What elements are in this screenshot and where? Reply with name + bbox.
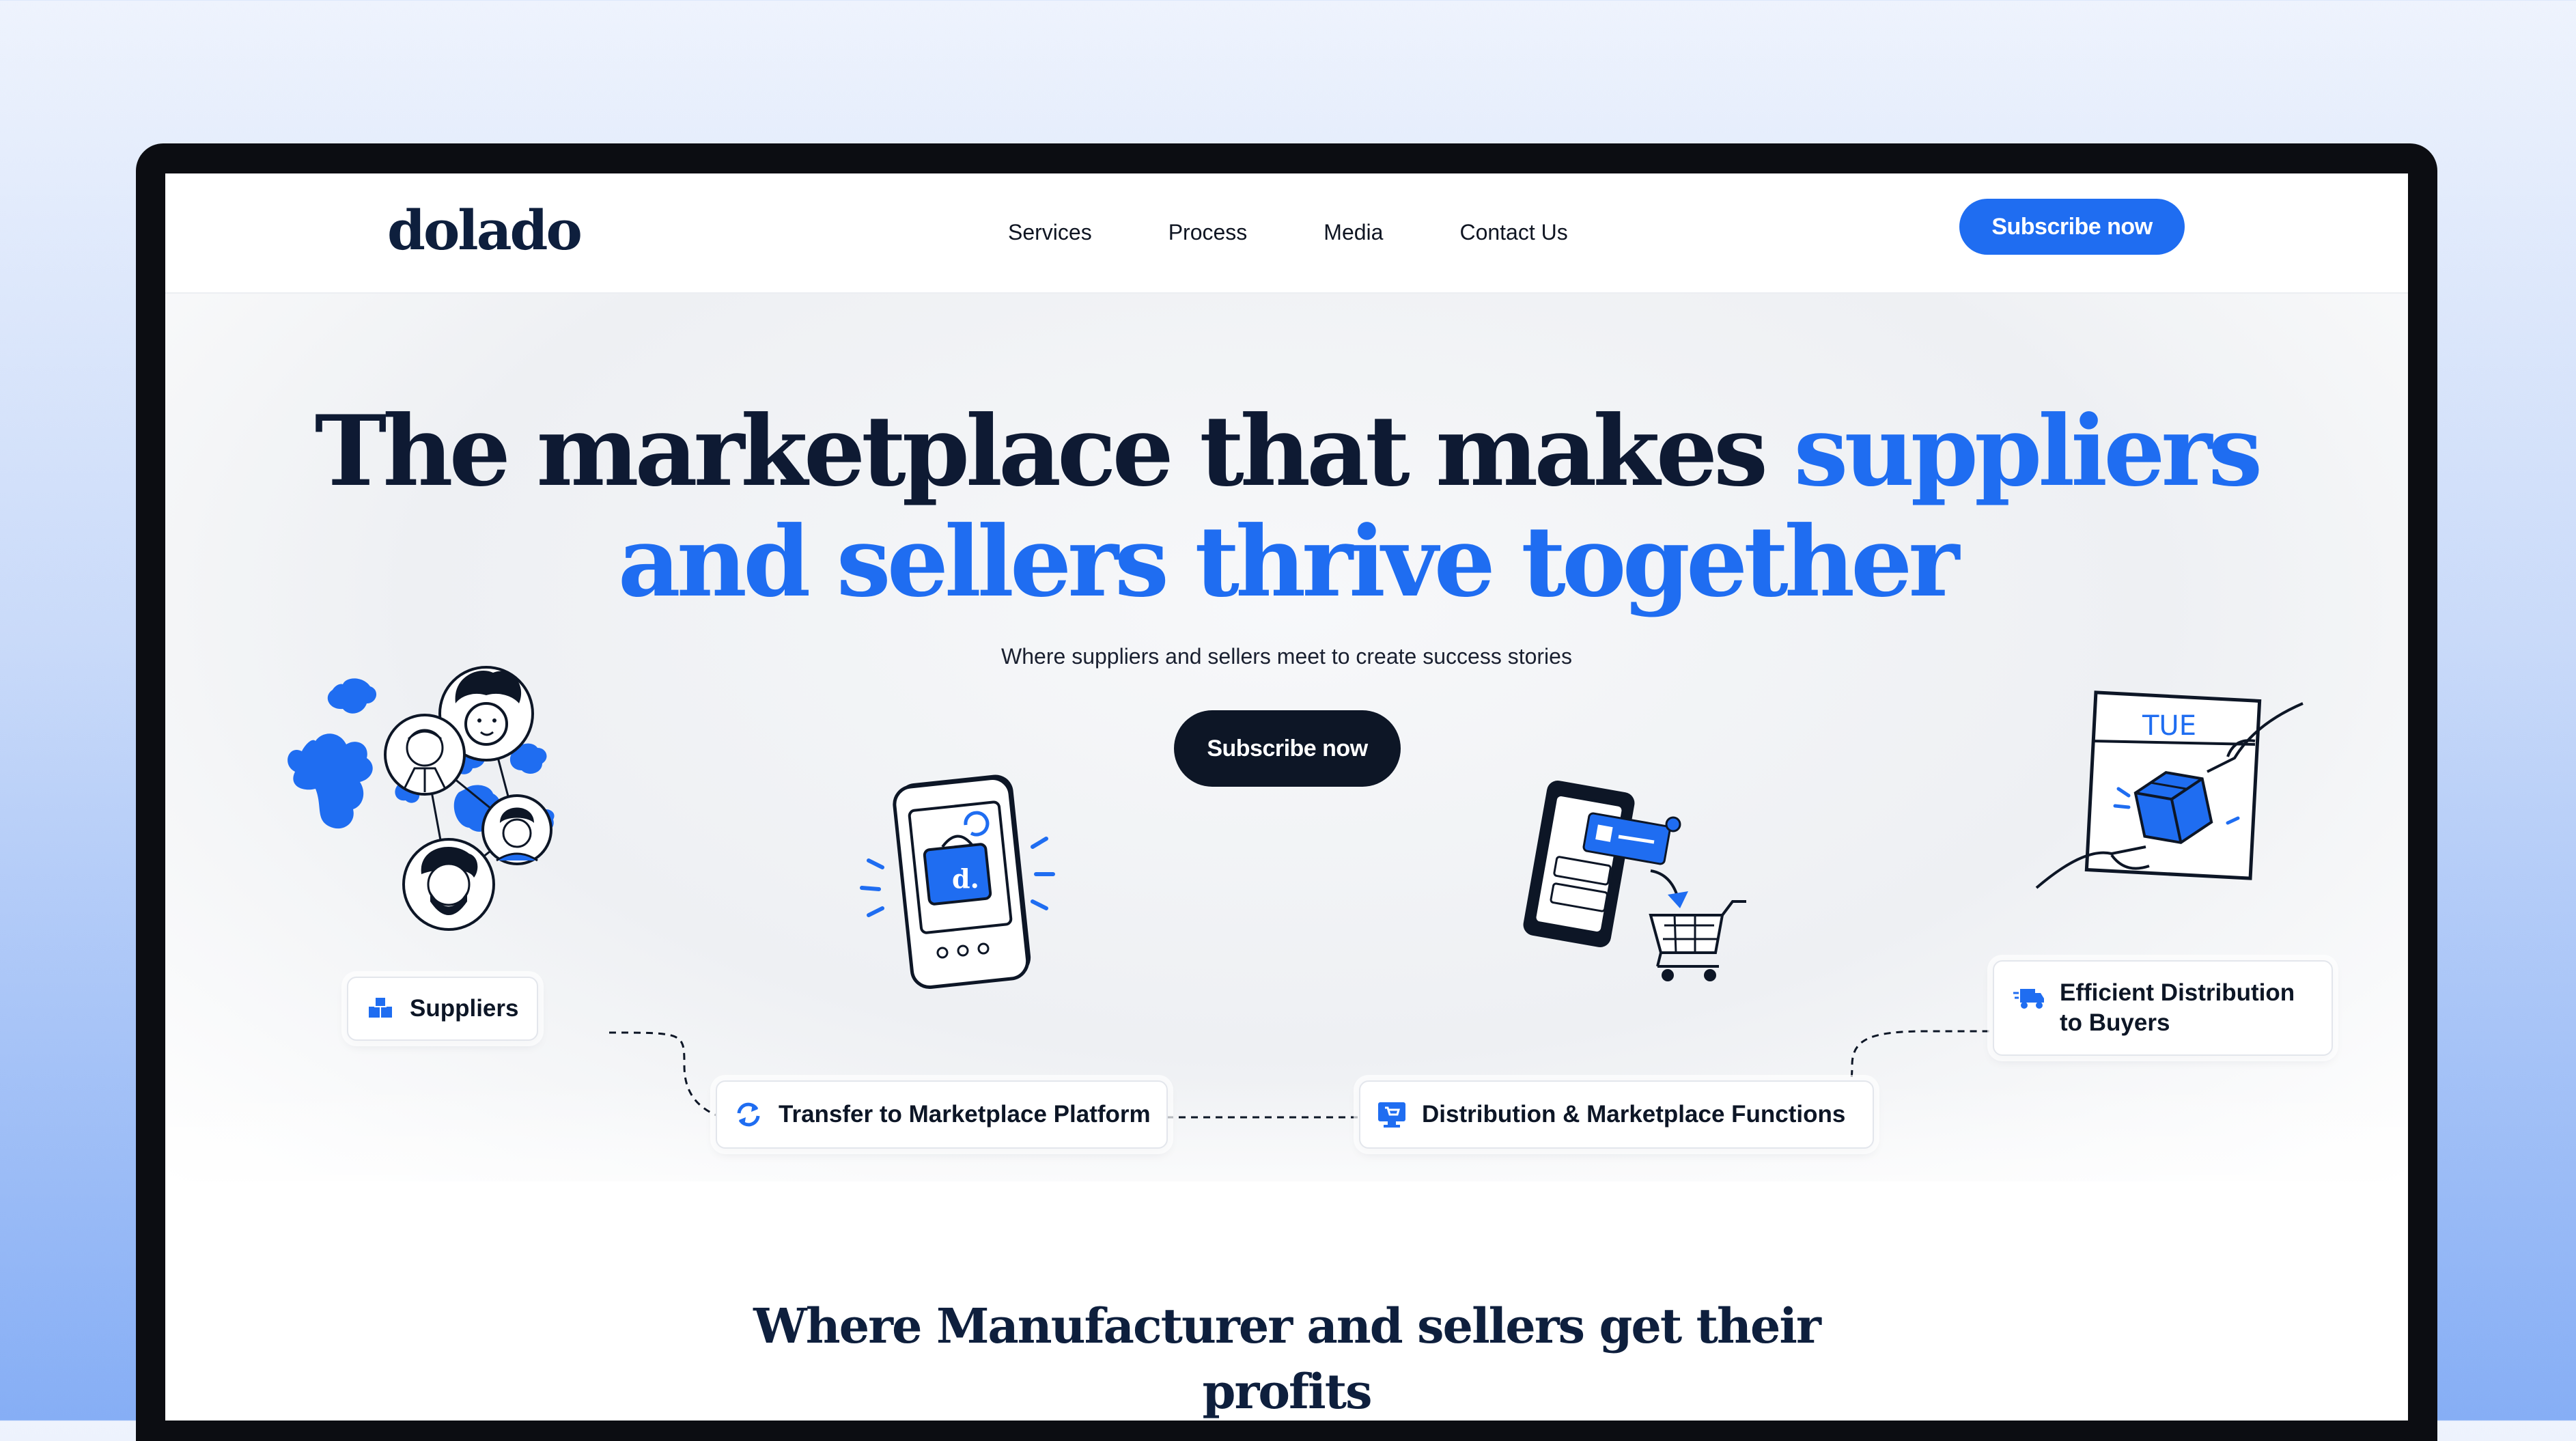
nav-link-contact[interactable]: Contact Us [1459, 212, 1567, 253]
delivery-truck-icon [2013, 986, 2045, 1011]
nav-link-process[interactable]: Process [1168, 212, 1248, 253]
top-navbar: dolado Services Process Media Contact Us… [165, 173, 2408, 294]
flow-step-transfer: Transfer to Marketplace Platform [716, 1080, 1168, 1149]
logo[interactable]: dolado [387, 198, 583, 262]
section-title-line1: Where Manufacturer and sellers get their [753, 1298, 1821, 1354]
flow-step-distribution-label: Distribution & Marketplace Functions [1422, 1101, 1846, 1128]
flow-step-buyers-line2: to Buyers [2060, 1009, 2170, 1036]
section-title: Where Manufacturer and sellers get their… [165, 1293, 2408, 1421]
browser-screen: dolado Services Process Media Contact Us… [165, 173, 2408, 1421]
flow-step-buyers: Efficient Distribution to Buyers [1993, 960, 2333, 1056]
flow-step-distribution: Distribution & Marketplace Functions [1359, 1080, 1874, 1149]
flow-step-buyers-label: Efficient Distribution to Buyers [2060, 978, 2295, 1038]
boxes-icon [367, 997, 395, 1020]
nav-link-services[interactable]: Services [1008, 212, 1092, 253]
sync-arrows-icon [733, 1101, 764, 1128]
flow-step-suppliers-label: Suppliers [410, 995, 519, 1022]
nav-link-media[interactable]: Media [1324, 212, 1383, 253]
hero-section: The marketplace that makes suppliers and… [165, 294, 2408, 1352]
monitor-cart-icon [1377, 1101, 1407, 1128]
nav-subscribe-button[interactable]: Subscribe now [1959, 199, 2185, 255]
nav-links: Services Process Media Contact Us [1008, 212, 1568, 253]
flow-step-transfer-label: Transfer to Marketplace Platform [779, 1101, 1151, 1128]
flow-step-buyers-line1: Efficient Distribution [2060, 979, 2295, 1006]
section-title-line2: profits [1202, 1363, 1373, 1420]
flow-step-suppliers: Suppliers [347, 977, 538, 1041]
